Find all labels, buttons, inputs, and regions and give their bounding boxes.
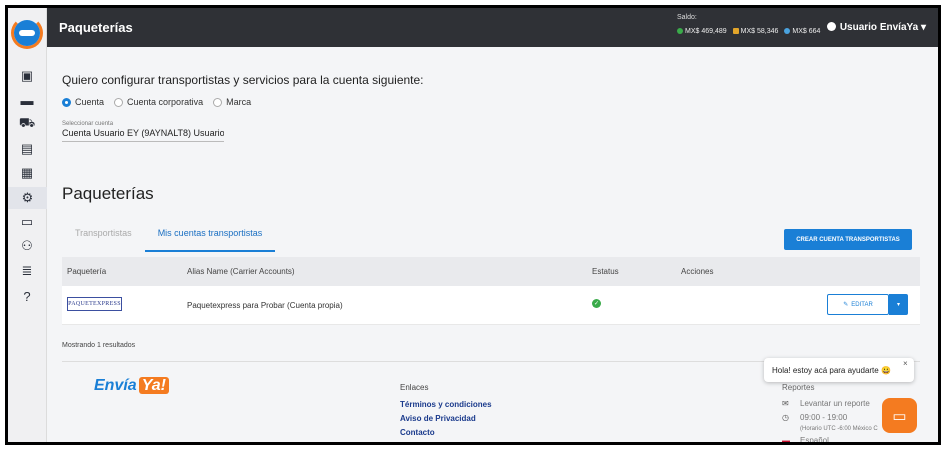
document-icon[interactable]: ▤ xyxy=(18,140,36,158)
chat-greeting-bubble[interactable]: Hola! estoy acá para ayudarte 😀 xyxy=(764,358,914,382)
balance-globe: MX$ 664 xyxy=(784,28,820,35)
column-header: Alias Name (Carrier Accounts) xyxy=(187,267,295,276)
settings-icon[interactable]: ⚙ xyxy=(8,187,47,209)
chat-icon: ▭ xyxy=(892,407,907,425)
column-header: Paquetería xyxy=(67,267,107,276)
results-count: Mostrando 1 resultados xyxy=(62,342,136,349)
column-header: Estatus xyxy=(592,267,619,276)
radio-circle xyxy=(114,97,124,107)
radio-marca[interactable]: Marca xyxy=(213,97,251,107)
radio-cuenta[interactable]: Cuenta xyxy=(62,97,104,107)
sidebar: ▣ ▬ ⛟ ▤ ▦ ⚙ ▭ ⚇ ≣ ? xyxy=(8,8,47,442)
app-logo[interactable] xyxy=(14,20,40,46)
paquetexpress-logo: PAQUETEXPRESS xyxy=(67,297,122,311)
section-title: Paqueterías xyxy=(62,184,154,203)
carrier-accounts-table: Paquetería Alias Name (Carrier Accounts)… xyxy=(62,257,920,325)
table-header: Paquetería Alias Name (Carrier Accounts)… xyxy=(62,257,920,286)
carrier-tabs: Transportistas Mis cuentas transportista… xyxy=(62,222,276,252)
link-contacto[interactable]: Contacto xyxy=(400,428,435,437)
radio-circle xyxy=(213,97,223,107)
link-terminos[interactable]: Términos y condiciones xyxy=(400,400,492,409)
tab-mis-cuentas[interactable]: Mis cuentas transportistas xyxy=(144,222,276,252)
enviaya-logo: Envía Ya! xyxy=(94,377,169,395)
timezone-note: (Horario UTC -6:00 México C xyxy=(800,426,878,432)
radio-circle xyxy=(62,97,71,107)
contacts-icon[interactable]: ▦ xyxy=(18,164,36,182)
stack-icon[interactable]: ≣ xyxy=(18,262,36,280)
app-window: ▣ ▬ ⛟ ▤ ▦ ⚙ ▭ ⚇ ≣ ? Paqueterías Saldo: M… xyxy=(5,5,941,445)
report-link[interactable]: ✉ Levantar un reporte xyxy=(782,399,870,408)
spain-flag-icon: ▬ xyxy=(782,436,790,445)
globe-icon xyxy=(784,28,791,35)
user-icon xyxy=(826,22,836,31)
reportes-title: Reportes xyxy=(782,383,815,392)
users-icon[interactable]: ⚇ xyxy=(18,237,36,255)
language-selector[interactable]: ▬ Español xyxy=(782,436,829,445)
radio-cuenta-corporativa[interactable]: Cuenta corporativa xyxy=(114,97,203,107)
column-header: Acciones xyxy=(681,267,714,276)
help-icon[interactable]: ? xyxy=(18,287,36,305)
edit-button[interactable]: ✎ EDITAR xyxy=(827,294,889,315)
saldo-label: Saldo: xyxy=(677,14,697,21)
store-icon[interactable]: ▬ xyxy=(18,91,36,109)
pencil-icon: ✎ xyxy=(843,302,849,308)
hours: ◷ 09:00 - 19:00 xyxy=(782,413,848,422)
dev-icon[interactable]: ▭ xyxy=(18,213,36,231)
account-type-radios: Cuenta Cuenta corporativa Marca xyxy=(62,97,251,107)
truck-icon[interactable]: ⛟ xyxy=(18,115,36,133)
balance-flag: MX$ 58,346 xyxy=(732,28,778,35)
link-privacidad[interactable]: Aviso de Privacidad xyxy=(400,414,476,423)
config-heading: Quiero configurar transportistas y servi… xyxy=(62,73,424,87)
balance-mxn: MX$ 469,489 xyxy=(677,28,727,35)
table-row: PAQUETEXPRESS Paquetexpress para Probar … xyxy=(62,286,920,325)
account-select[interactable]: Cuenta Usuario EY (9AYNALT8) Usuario E xyxy=(62,128,224,142)
tab-transportistas[interactable]: Transportistas xyxy=(62,222,145,252)
chat-button[interactable]: ▭ xyxy=(882,398,917,433)
close-icon[interactable]: × xyxy=(903,359,908,368)
balances: MX$ 469,489 MX$ 58,346 MX$ 664 xyxy=(677,28,820,35)
top-header: Paqueterías Saldo: MX$ 469,489 MX$ 58,34… xyxy=(47,8,938,47)
page-title: Paqueterías xyxy=(59,20,133,35)
links-title: Enlaces xyxy=(400,383,429,392)
edit-dropdown-button[interactable]: ▾ xyxy=(889,294,908,315)
main-content: Quiero configurar transportistas y servi… xyxy=(47,47,938,442)
user-menu[interactable]: Usuario EnvíaYa ▾ xyxy=(826,22,926,33)
alias-name: Paquetexpress para Probar (Cuenta propia… xyxy=(187,301,343,310)
status-check-icon: ✓ xyxy=(592,299,601,308)
mail-icon: ✉ xyxy=(782,399,789,408)
clock-icon: ◷ xyxy=(782,413,789,422)
dollar-icon xyxy=(677,28,683,35)
create-carrier-account-button[interactable]: CREAR CUENTA TRANSPORTISTAS xyxy=(784,229,912,250)
dashboard-icon[interactable]: ▣ xyxy=(18,67,36,85)
chevron-down-icon: ▾ xyxy=(920,22,926,33)
account-select-label: Seleccionar cuenta xyxy=(62,121,114,127)
flag-icon xyxy=(732,28,739,35)
